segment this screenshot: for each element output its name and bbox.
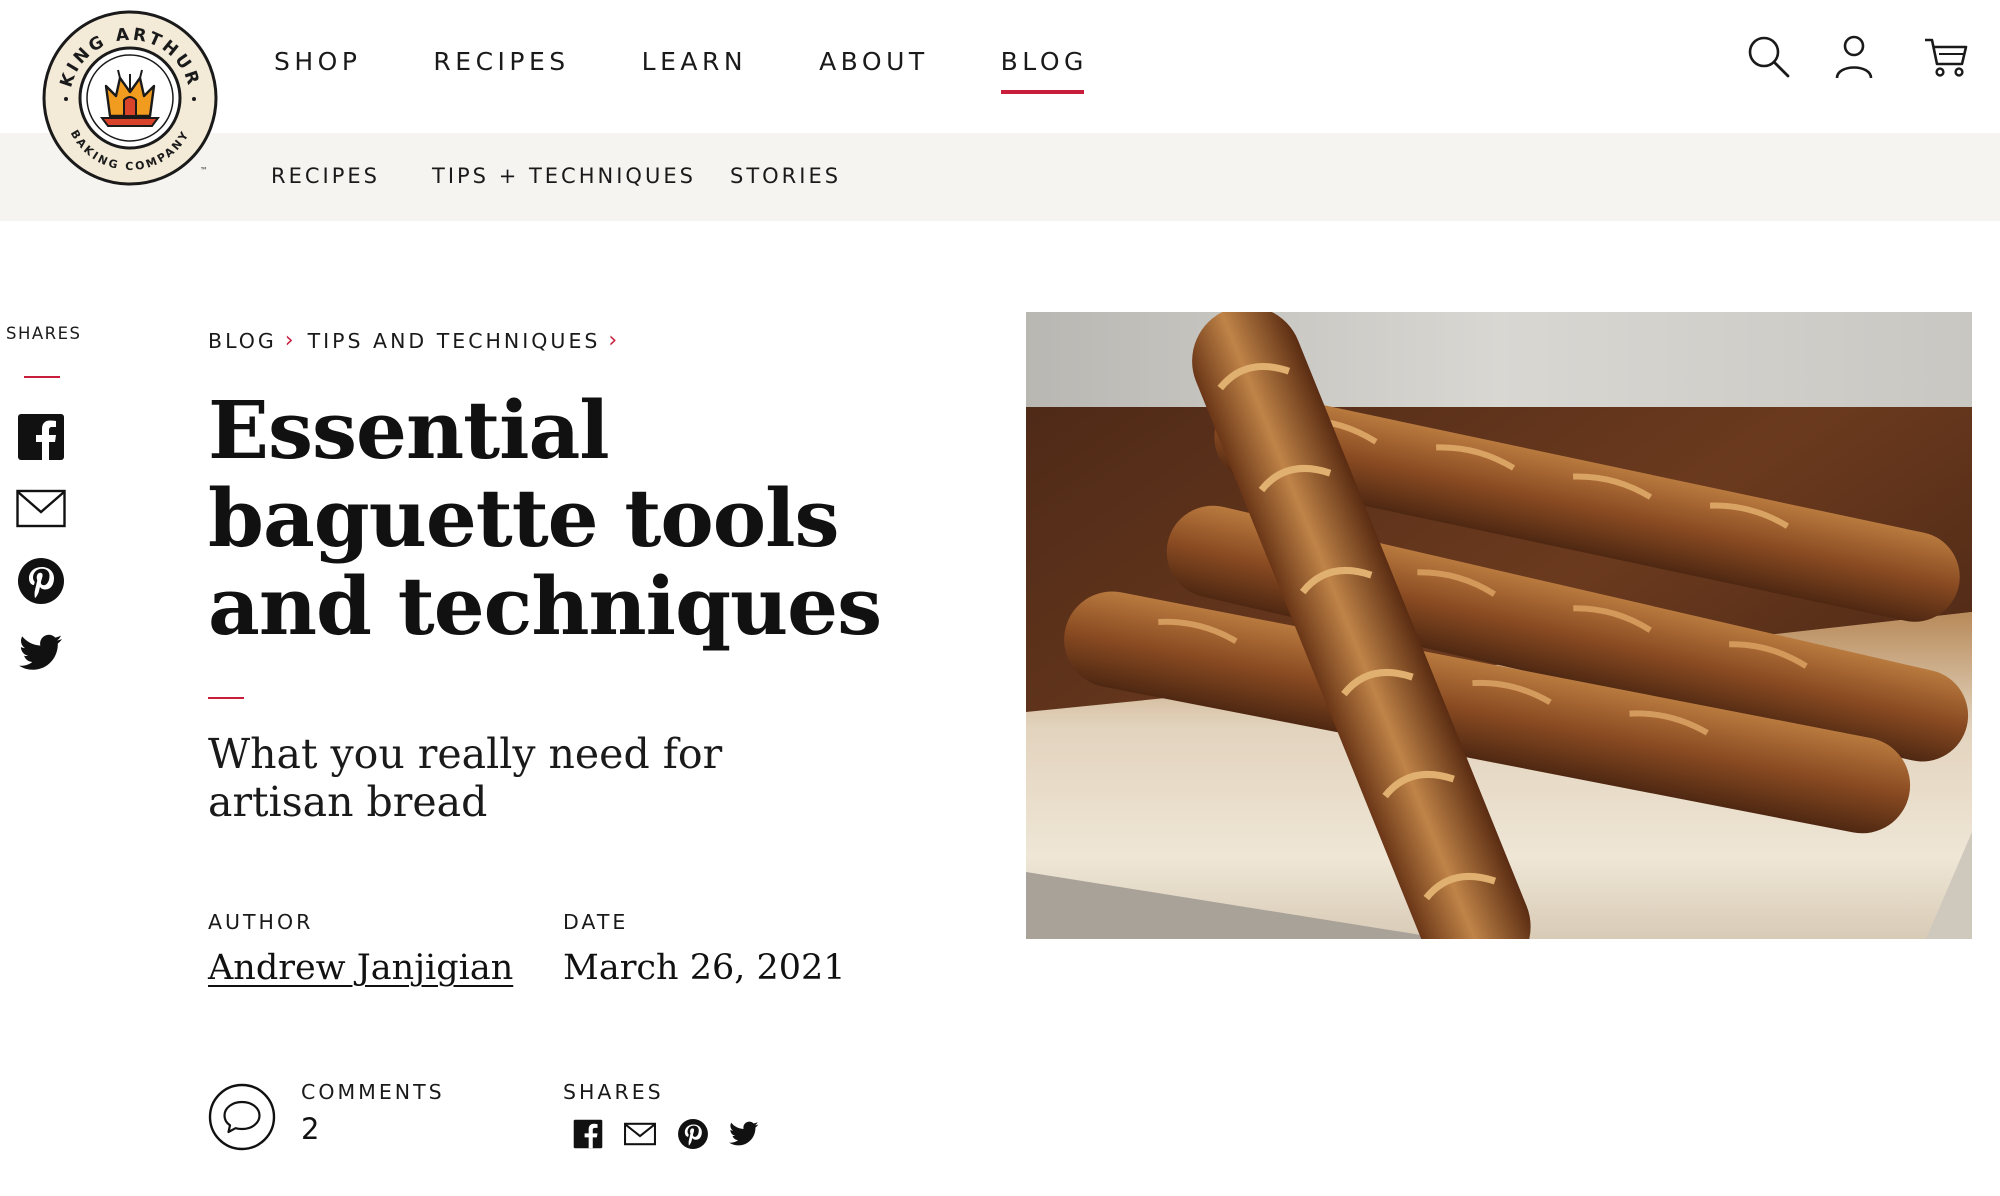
pinterest-icon[interactable] [676,1117,710,1151]
trademark: ™ [200,166,208,175]
main-nav: SHOP RECIPES LEARN ABOUT BLOG [274,42,1160,94]
chevron-right-icon: › [284,328,294,353]
nav-recipes[interactable]: RECIPES [433,42,569,94]
nav-blog[interactable]: BLOG [1000,42,1088,94]
twitter-icon[interactable] [727,1117,761,1151]
facebook-icon[interactable] [16,412,66,462]
chevron-right-icon: › [608,328,618,353]
author-label: AUTHOR [208,910,314,934]
email-icon[interactable] [16,484,66,534]
pinterest-icon[interactable] [16,556,66,606]
sub-nav: RECIPES TIPS + TECHNIQUES STORIES [0,133,2000,221]
breadcrumb: BLOG › TIPS AND TECHNIQUES › [208,328,631,353]
hero-image-baguettes [1026,312,1972,939]
shares-label: SHARES [563,1080,664,1104]
comments-label: COMMENTS [301,1080,445,1104]
comments-count[interactable]: 2 [301,1112,319,1146]
breadcrumb-blog[interactable]: BLOG [208,329,277,353]
nav-shop[interactable]: SHOP [274,42,361,94]
publish-date: March 26, 2021 [563,948,846,988]
account-icon[interactable] [1830,32,1878,80]
facebook-icon[interactable] [571,1117,605,1151]
nav-about[interactable]: ABOUT [819,42,929,94]
site-header: SHOP RECIPES LEARN ABOUT BLOG [0,0,2000,133]
share-rail-divider [24,376,60,378]
cart-icon[interactable] [1922,32,1970,80]
comment-icon[interactable] [208,1083,276,1151]
article-subtitle: What you really need for artisan bread [208,730,723,826]
subnav-tips-techniques[interactable]: TIPS + TECHNIQUES [432,164,696,188]
title-divider [208,697,244,699]
search-icon[interactable] [1744,32,1792,80]
article-title: Essential baguette tools and techniques [208,383,882,653]
king-arthur-logo[interactable]: KING ARTHUR BAKING COMPANY ™ [40,8,220,188]
email-icon[interactable] [623,1117,657,1151]
subnav-stories[interactable]: STORIES [730,164,841,188]
author-link[interactable]: Andrew Janjigian [208,948,513,988]
nav-learn[interactable]: LEARN [642,42,747,94]
twitter-icon[interactable] [16,628,66,678]
date-label: DATE [563,910,629,934]
share-rail-label: SHARES [6,324,82,343]
subnav-recipes[interactable]: RECIPES [271,164,380,188]
breadcrumb-tips-techniques[interactable]: TIPS AND TECHNIQUES [308,329,601,353]
